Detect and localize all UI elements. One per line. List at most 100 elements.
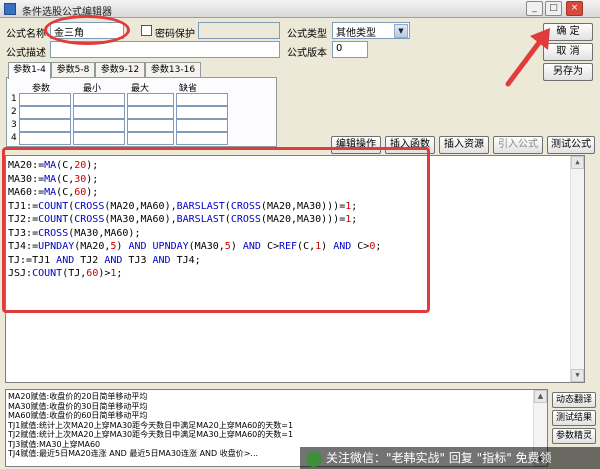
code-function-token: BARSLAST — [176, 214, 225, 225]
code-text-token: C> — [260, 241, 279, 252]
description-line: TJ3赋值:MA30上穿MA60 — [8, 439, 101, 449]
tab-params-1-4[interactable]: 参数1-4 — [8, 62, 51, 79]
code-text-token: MA60:= — [8, 187, 45, 198]
formula-type-select[interactable]: 其他类型 ▼ — [332, 22, 410, 39]
param-name-cell[interactable] — [19, 106, 71, 119]
code-function-token: UPNDAY — [38, 241, 75, 252]
tab-params-9-12[interactable]: 参数9-12 — [95, 62, 145, 78]
test-result-button[interactable]: 测试结果 — [552, 410, 596, 426]
scroll-up-icon[interactable]: ▲ — [534, 390, 547, 403]
param-max-cell[interactable] — [127, 106, 174, 119]
tab-params-13-16[interactable]: 参数13-16 — [145, 62, 201, 78]
dynamic-translate-button[interactable]: 动态翻译 — [552, 392, 596, 408]
formula-desc-input[interactable] — [50, 41, 280, 58]
description-line: MA20赋值:收盘价的20日简单移动平均 — [8, 392, 148, 401]
description-line: TJ4赋值:最近5日MA20连涨 AND 最近5日MA30连涨 AND 收盘价>… — [8, 449, 259, 458]
code-line: JSJ:COUNT(TJ,60)>1; — [8, 267, 122, 280]
formula-desc-label: 公式描述 — [6, 48, 46, 59]
code-line: MA30:=MA(C,30); — [8, 173, 98, 186]
code-function-token: MA — [44, 173, 57, 185]
param-max-cell[interactable] — [127, 93, 174, 106]
param-min-cell[interactable] — [73, 132, 125, 145]
code-function-token: CROSS — [38, 227, 69, 239]
code-function-token: AND — [56, 254, 75, 266]
code-number-token: 60 — [74, 187, 87, 198]
import-formula-button[interactable]: 引入公式 — [493, 136, 543, 154]
code-text-token: TJ3:= — [8, 227, 39, 239]
code-function-token: AND — [242, 241, 261, 252]
param-panel: 参数 最小 最大 缺省 1 2 3 4 — [6, 77, 277, 147]
code-text-token: TJ2:= — [8, 214, 39, 225]
app-icon — [4, 3, 16, 15]
description-line: MA30赋值:收盘价的30日简单移动平均 — [8, 401, 148, 411]
code-text-token: ; — [351, 200, 358, 212]
param-min-cell[interactable] — [73, 93, 125, 106]
formula-type-value: 其他类型 — [336, 28, 376, 39]
param-name-cell[interactable] — [19, 93, 71, 106]
code-text-token: (MA30, — [188, 241, 225, 252]
code-function-token: CROSS — [74, 200, 105, 212]
scroll-up-icon[interactable]: ▲ — [571, 156, 584, 169]
param-default-cell[interactable] — [176, 132, 228, 145]
save-as-button[interactable]: 另存为 — [543, 63, 593, 81]
formula-name-input[interactable]: 金三角 — [50, 22, 124, 39]
code-text-token: TJ:=TJ1 — [8, 254, 57, 266]
code-text-token: TJ2 — [74, 254, 105, 266]
param-max-cell[interactable] — [127, 132, 174, 145]
param-default-cell[interactable] — [176, 106, 228, 119]
password-input[interactable] — [198, 22, 280, 39]
code-function-token: AND — [128, 241, 147, 252]
code-text-token: (MA30,MA60); — [68, 227, 141, 239]
code-text-token: ; — [116, 268, 123, 279]
chevron-down-icon: ▼ — [394, 24, 408, 38]
tab-params-5-8[interactable]: 参数5-8 — [51, 62, 95, 78]
minimize-button[interactable]: _ — [526, 1, 543, 16]
param-default-cell[interactable] — [176, 119, 228, 132]
code-function-token: CROSS — [230, 200, 261, 212]
code-text-token: (TJ, — [62, 268, 87, 279]
close-button[interactable]: × — [566, 1, 583, 16]
code-function-token: MA — [44, 160, 57, 171]
code-number-token: 20 — [74, 160, 87, 171]
code-text-token: (C, — [297, 241, 316, 252]
code-text-token: C> — [351, 241, 370, 252]
param-row-number: 3 — [11, 120, 17, 130]
code-text-token: ); — [86, 173, 99, 185]
maximize-button[interactable]: □ — [545, 1, 562, 16]
code-text-token: TJ4; — [170, 254, 201, 266]
param-row-number: 4 — [11, 133, 17, 143]
formula-code-editor[interactable]: ▲ ▼ MA20:=MA(C,20); MA30:=MA(C,30); MA60:=… — [5, 155, 585, 383]
code-text-token: TJ1:= — [8, 200, 39, 212]
code-text-token: ; — [351, 214, 358, 225]
code-text-token: TJ3 — [122, 254, 153, 266]
editor-scrollbar[interactable]: ▲ ▼ — [570, 156, 584, 382]
param-name-cell[interactable] — [19, 132, 71, 145]
code-function-token: AND — [333, 241, 352, 252]
param-wizard-button[interactable]: 参数精灵 — [552, 428, 596, 444]
code-text-token: ) — [116, 241, 129, 252]
confirm-button[interactable]: 确 定 — [543, 23, 593, 41]
window-titlebar: 条件选股公式编辑器 _ □ × — [0, 0, 600, 18]
edit-ops-button[interactable]: 编辑操作 — [331, 136, 381, 154]
window-title: 条件选股公式编辑器 — [22, 7, 112, 18]
code-text-token: TJ4:= — [8, 241, 39, 252]
password-checkbox[interactable] — [141, 25, 152, 36]
param-default-cell[interactable] — [176, 93, 228, 106]
insert-function-button[interactable]: 插入函数 — [385, 136, 435, 154]
scroll-down-icon[interactable]: ▼ — [571, 369, 584, 382]
code-text-token: )> — [98, 268, 111, 279]
cancel-button[interactable]: 取 消 — [543, 43, 593, 61]
param-min-cell[interactable] — [73, 106, 125, 119]
param-name-cell[interactable] — [19, 119, 71, 132]
test-formula-button[interactable]: 测试公式 — [547, 136, 595, 154]
formula-version-input[interactable]: 0 — [332, 41, 368, 58]
param-min-cell[interactable] — [73, 119, 125, 132]
insert-resource-button[interactable]: 插入资源 — [439, 136, 489, 154]
code-line: TJ:=TJ1 AND TJ2 AND TJ3 AND TJ4; — [8, 254, 201, 267]
param-max-cell[interactable] — [127, 119, 174, 132]
password-label: 密码保护 — [155, 29, 195, 40]
code-line: TJ3:=CROSS(MA30,MA60); — [8, 227, 140, 240]
code-text-token: MA20:= — [8, 160, 45, 171]
param-row-number: 1 — [11, 94, 17, 104]
code-function-token: UPNDAY — [152, 241, 189, 252]
